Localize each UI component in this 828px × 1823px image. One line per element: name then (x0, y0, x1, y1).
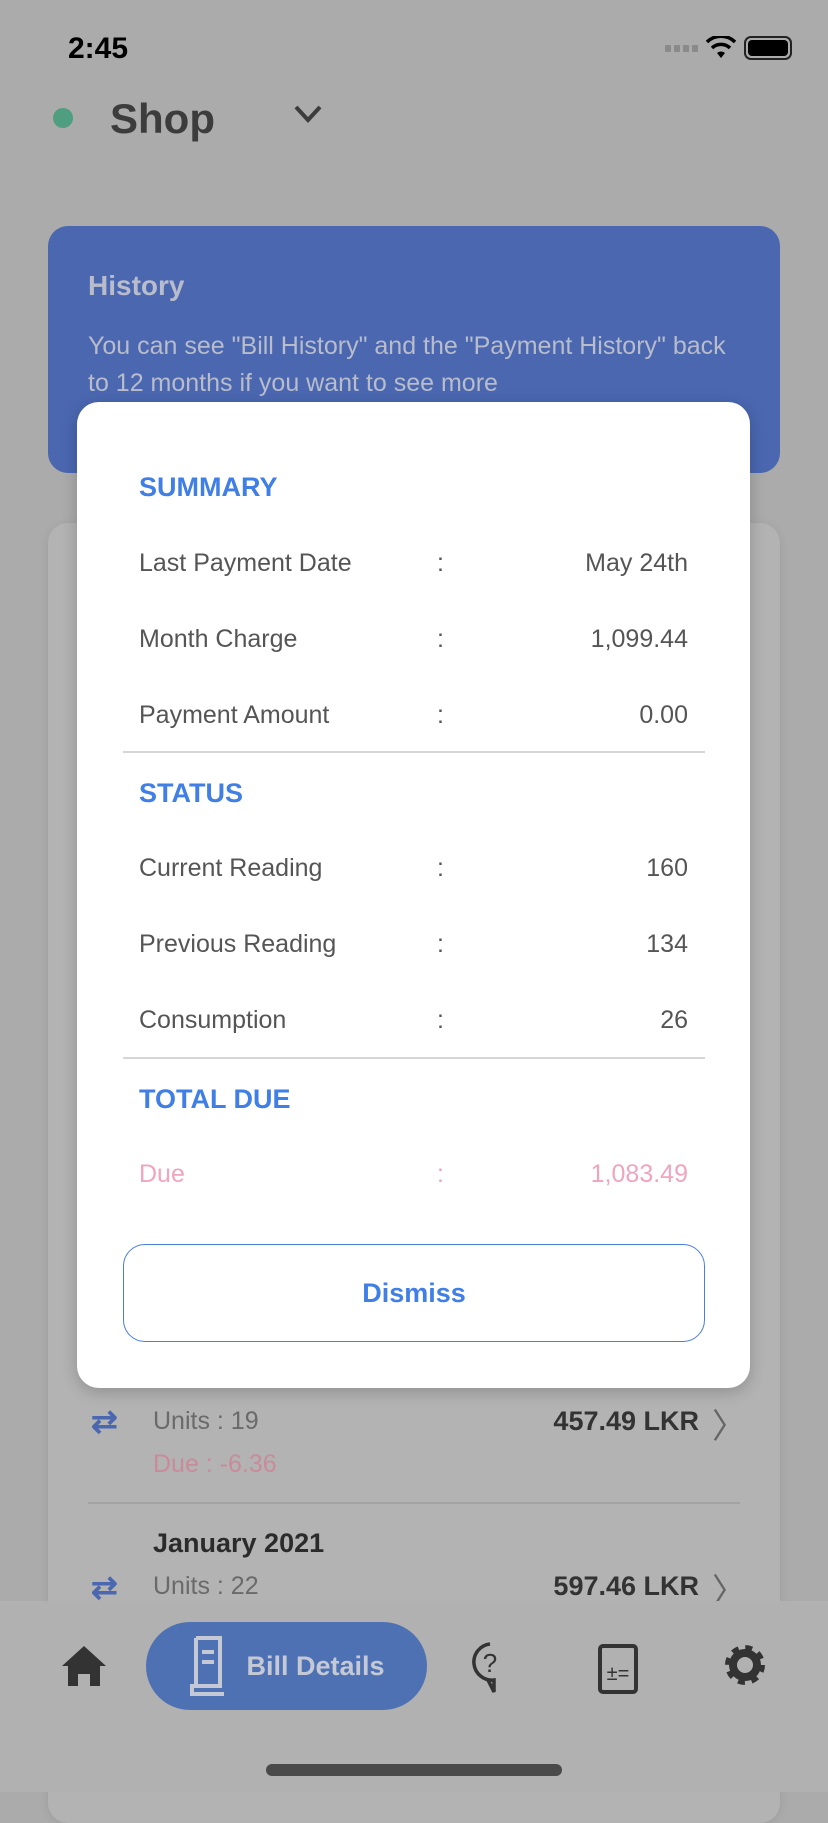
home-indicator (266, 1764, 562, 1776)
row-value: 160 (646, 854, 688, 882)
info-card-text: You can see "Bill History" and the "Paym… (88, 332, 726, 397)
row-label: Month Charge (139, 625, 298, 653)
status-row-current-reading: Current Reading: 160 (139, 854, 688, 884)
help-icon[interactable]: ? (468, 1640, 512, 1700)
summary-title: SUMMARY (139, 472, 278, 502)
signal-icon (665, 44, 698, 52)
bill-details-icon (190, 1636, 225, 1696)
row-label: Previous Reading (139, 930, 337, 958)
nav-active-label: Bill Details (246, 1650, 385, 1681)
battery-icon (744, 36, 792, 60)
shop-selector-title[interactable]: Shop (110, 95, 215, 143)
divider (123, 751, 705, 753)
row-value: 0.00 (639, 701, 688, 729)
row-label: Consumption (139, 1006, 287, 1034)
row-label: Payment Amount (139, 701, 330, 729)
row-value: 1,099.44 (590, 625, 688, 653)
status-title: STATUS (139, 778, 243, 808)
row-separator: : (437, 854, 444, 882)
row-separator: : (437, 930, 444, 958)
row-separator: : (437, 625, 444, 653)
row-label: Last Payment Date (139, 549, 352, 577)
row-value: 134 (646, 930, 688, 958)
calculator-icon[interactable]: ±= (598, 1644, 638, 1694)
row-label: Current Reading (139, 854, 323, 882)
row-value: 1,083.49 (590, 1160, 688, 1188)
summary-row-payment-amount: Payment Amount: 0.00 (139, 701, 688, 731)
status-row-previous-reading: Previous Reading: 134 (139, 930, 688, 960)
row-separator: : (437, 549, 444, 577)
due-label: Due : -6.36 (153, 1450, 277, 1478)
status-row-consumption: Consumption: 26 (139, 1006, 688, 1036)
chevron-down-icon[interactable] (292, 102, 324, 126)
info-card-title: History (88, 270, 185, 301)
summary-row-last-payment-date: Last Payment Date: May 24th (139, 549, 688, 579)
total-due-title: TOTAL DUE (139, 1084, 291, 1114)
wifi-icon (706, 36, 736, 58)
status-time: 2:45 (68, 32, 129, 65)
dismiss-button[interactable]: Dismiss (123, 1244, 705, 1342)
nav-bill-details[interactable]: Bill Details (146, 1622, 427, 1710)
amount-label: 597.46 LKR (553, 1571, 699, 1601)
row-label: Due (139, 1160, 185, 1188)
svg-text:?: ? (483, 1648, 497, 1678)
row-separator: : (437, 1006, 444, 1034)
settings-icon[interactable] (722, 1642, 768, 1688)
row-separator: : (437, 1160, 444, 1188)
total-due-row: Due: 1,083.49 (139, 1160, 688, 1190)
divider (123, 1057, 705, 1059)
row-value: May 24th (585, 549, 688, 577)
transfer-icon: ⇄ (91, 1403, 118, 1439)
home-icon[interactable] (60, 1644, 108, 1688)
chevron-right-icon[interactable]: 〉 (712, 1399, 746, 1448)
units-label: Units : 19 (153, 1407, 259, 1435)
row-separator: : (437, 701, 444, 729)
units-label: Units : 22 (153, 1572, 259, 1600)
bill-summary-modal: SUMMARY Last Payment Date: May 24th Month… (77, 402, 750, 1388)
amount-label: 457.49 LKR (553, 1406, 699, 1436)
summary-row-month-charge: Month Charge: 1,099.44 (139, 625, 688, 655)
row-value: 26 (660, 1006, 688, 1034)
shop-status-dot (53, 108, 73, 128)
divider (88, 1502, 740, 1504)
month-label: January 2021 (153, 1528, 325, 1558)
status-icons (665, 36, 792, 60)
svg-text:±=: ±= (607, 1663, 630, 1685)
